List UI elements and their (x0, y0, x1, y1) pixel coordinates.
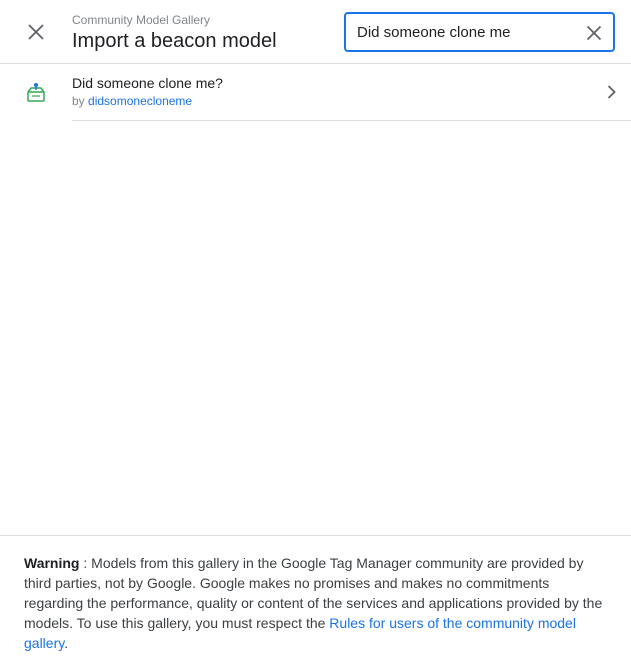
close-button[interactable] (20, 16, 52, 48)
search-input[interactable] (357, 23, 572, 41)
clear-icon[interactable] (586, 25, 602, 41)
search-box[interactable] (344, 12, 615, 52)
warning-footer: Warning : Models from this gallery in th… (0, 535, 631, 670)
dialog-subtitle: Community Model Gallery (72, 13, 211, 27)
warning-label: Warning (24, 555, 80, 571)
result-author: didsomonecloneme (88, 94, 193, 108)
warning-trailing: . (64, 635, 69, 651)
beacon-model-icon (27, 83, 45, 102)
list-item[interactable]: Did someone clone me? by didsomoneclonem… (0, 64, 631, 121)
chevron-right-icon[interactable] (603, 84, 619, 100)
result-title: Did someone clone me? (72, 75, 223, 91)
result-byline: by didsomonecloneme (72, 94, 192, 108)
list-divider (72, 120, 631, 121)
dialog-header: Community Model Gallery Import a beacon … (0, 0, 631, 64)
warning-text: Warning : Models from this gallery in th… (24, 553, 609, 653)
close-icon[interactable] (27, 23, 45, 41)
byline-prefix: by (72, 94, 85, 108)
clear-search-button[interactable] (583, 22, 605, 44)
dialog-title: Import a beacon model (72, 30, 277, 52)
